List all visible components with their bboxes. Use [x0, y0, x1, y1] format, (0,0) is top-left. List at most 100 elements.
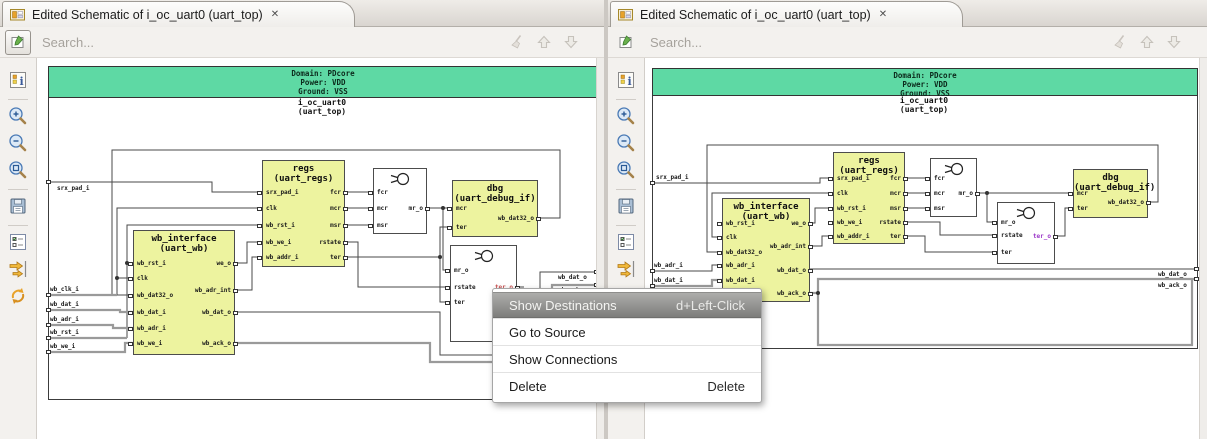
previous-match-icon[interactable]	[1138, 33, 1156, 51]
port-pin-clk[interactable]	[257, 207, 262, 211]
port-pin-wb_we_i[interactable]	[128, 342, 133, 346]
port-pin-msr[interactable]	[925, 207, 930, 211]
edge-pin-wb_adr_i[interactable]	[46, 323, 51, 327]
menu-item-show-destinations[interactable]: Show Destinations d+Left-Click	[493, 292, 761, 318]
port-pin-clk[interactable]	[717, 236, 722, 240]
port-pin-fcr[interactable]	[343, 191, 348, 195]
port-pin-fcr[interactable]	[368, 191, 373, 195]
save-icon[interactable]	[7, 195, 29, 217]
edge-pin-wb_clk_i[interactable]	[46, 293, 51, 297]
port-pin-msr[interactable]	[368, 224, 373, 228]
menu-item-show-connections[interactable]: Show Connections	[493, 346, 761, 372]
port-pin-wb_adr_i[interactable]	[717, 264, 722, 268]
trace-signals-icon[interactable]	[7, 258, 29, 280]
port-pin-srx_pad_i[interactable]	[828, 177, 833, 181]
tab-close-icon[interactable]: ✕	[879, 9, 887, 20]
port-pin-mr_o[interactable]	[975, 192, 980, 196]
port-pin-msr[interactable]	[343, 224, 348, 228]
port-pin-wb_ack_o[interactable]	[233, 342, 238, 346]
port-pin-msr[interactable]	[903, 207, 908, 211]
clear-search-icon[interactable]	[1111, 33, 1129, 51]
port-pin-wb_dat32_o[interactable]	[536, 217, 541, 221]
port-pin-clk[interactable]	[828, 192, 833, 196]
search-options-button[interactable]	[613, 30, 639, 55]
block-wb_interface[interactable]: wb_interface(uart_wb)wb_rst_iclkwb_dat32…	[722, 198, 810, 302]
port-pin-wb_rst_i[interactable]	[257, 224, 262, 228]
zoom-in-icon[interactable]	[615, 105, 637, 127]
schematic-info-icon[interactable]: i	[615, 69, 637, 91]
block-regs[interactable]: regs(uart_regs)srx_pad_iclkwb_rst_iwb_we…	[833, 152, 905, 244]
port-pin-wb_adr_int[interactable]	[808, 245, 813, 249]
port-pin-rstate[interactable]	[992, 234, 997, 238]
port-pin-mr_o[interactable]	[445, 269, 450, 273]
edge-pin-srx_pad_i[interactable]	[46, 180, 51, 184]
port-pin-wb_addr_i[interactable]	[257, 256, 262, 260]
block-regs[interactable]: regs(uart_regs)srx_pad_iclkwb_rst_iwb_we…	[262, 160, 345, 267]
options-icon[interactable]	[7, 231, 29, 253]
port-pin-fcr[interactable]	[903, 177, 908, 181]
port-pin-rstate[interactable]	[343, 241, 348, 245]
port-pin-wb_dat_o[interactable]	[808, 269, 813, 273]
zoom-in-icon[interactable]	[7, 105, 29, 127]
next-match-icon[interactable]	[1165, 33, 1183, 51]
tab-edited-schematic-right[interactable]: Edited Schematic of i_oc_uart0 (uart_top…	[610, 1, 963, 27]
search-options-button[interactable]	[5, 30, 31, 55]
port-pin-we_o[interactable]	[808, 222, 813, 226]
port-pin-ter[interactable]	[903, 235, 908, 239]
port-pin-we_o[interactable]	[233, 262, 238, 266]
clear-search-icon[interactable]	[508, 33, 526, 51]
port-pin-rstate[interactable]	[903, 221, 908, 225]
port-pin-wb_dat32_o[interactable]	[128, 294, 133, 298]
port-pin-wb_we_i[interactable]	[828, 221, 833, 225]
menu-item-go-to-source[interactable]: Go to Source	[493, 319, 761, 345]
port-pin-ter[interactable]	[343, 256, 348, 260]
port-pin-mcr[interactable]	[903, 192, 908, 196]
edge-pin-wb_dat_i[interactable]	[46, 308, 51, 312]
scrollbar-right-panel[interactable]	[1199, 58, 1207, 439]
port-pin-wb_rst_i[interactable]	[717, 222, 722, 226]
port-pin-wb_adr_int[interactable]	[233, 289, 238, 293]
tab-close-icon[interactable]: ✕	[271, 9, 279, 20]
port-pin-mcr[interactable]	[925, 192, 930, 196]
block-gate1[interactable]: fcrmcrmsrmr_o	[930, 158, 977, 217]
port-pin-clk[interactable]	[128, 277, 133, 281]
trace-signals-icon[interactable]	[615, 258, 637, 280]
port-pin-ter[interactable]	[992, 251, 997, 255]
tab-edited-schematic-left[interactable]: Edited Schematic of i_oc_uart0 (uart_top…	[2, 1, 355, 27]
edge-pin-wb_we_i[interactable]	[46, 350, 51, 354]
port-pin-srx_pad_i[interactable]	[257, 191, 262, 195]
port-pin-fcr[interactable]	[925, 177, 930, 181]
search-input[interactable]	[650, 35, 1111, 50]
next-match-icon[interactable]	[562, 33, 580, 51]
block-gate2[interactable]: mr_orstateterter_o	[997, 202, 1055, 264]
port-pin-ter_o[interactable]	[1053, 235, 1058, 239]
port-pin-mcr[interactable]	[447, 207, 452, 211]
edge-pin-wb_adr_i[interactable]	[650, 269, 655, 273]
port-pin-wb_addr_i[interactable]	[828, 235, 833, 239]
zoom-out-icon[interactable]	[615, 132, 637, 154]
port-pin-mcr[interactable]	[368, 207, 373, 211]
port-pin-wb_we_i[interactable]	[257, 241, 262, 245]
block-wb_interface[interactable]: wb_interface(uart_wb)wb_rst_iclkwb_dat32…	[133, 230, 235, 355]
port-pin-rstate[interactable]	[445, 286, 450, 290]
port-pin-mcr[interactable]	[343, 207, 348, 211]
save-icon[interactable]	[615, 195, 637, 217]
port-pin-ter[interactable]	[1068, 207, 1073, 211]
menu-item-delete[interactable]: Delete Delete	[493, 373, 761, 399]
port-pin-wb_ack_o[interactable]	[808, 292, 813, 296]
zoom-fit-icon[interactable]	[7, 159, 29, 181]
search-input[interactable]	[42, 35, 508, 50]
port-pin-mr_o[interactable]	[992, 221, 997, 225]
port-pin-wb_dat32_o[interactable]	[1146, 201, 1151, 205]
port-pin-ter[interactable]	[447, 226, 452, 230]
block-dbg[interactable]: dbg(uart_debug_if)mcrterwb_dat32_o	[452, 180, 538, 237]
edge-pin-srx_pad_i[interactable]	[650, 181, 655, 185]
reload-icon[interactable]	[7, 285, 29, 307]
port-pin-wb_rst_i[interactable]	[828, 207, 833, 211]
port-pin-wb_rst_i[interactable]	[128, 262, 133, 266]
port-pin-ter[interactable]	[445, 301, 450, 305]
port-pin-wb_dat_i[interactable]	[128, 311, 133, 315]
port-pin-wb_dat_o[interactable]	[233, 311, 238, 315]
zoom-out-icon[interactable]	[7, 132, 29, 154]
port-pin-mcr[interactable]	[1068, 192, 1073, 196]
